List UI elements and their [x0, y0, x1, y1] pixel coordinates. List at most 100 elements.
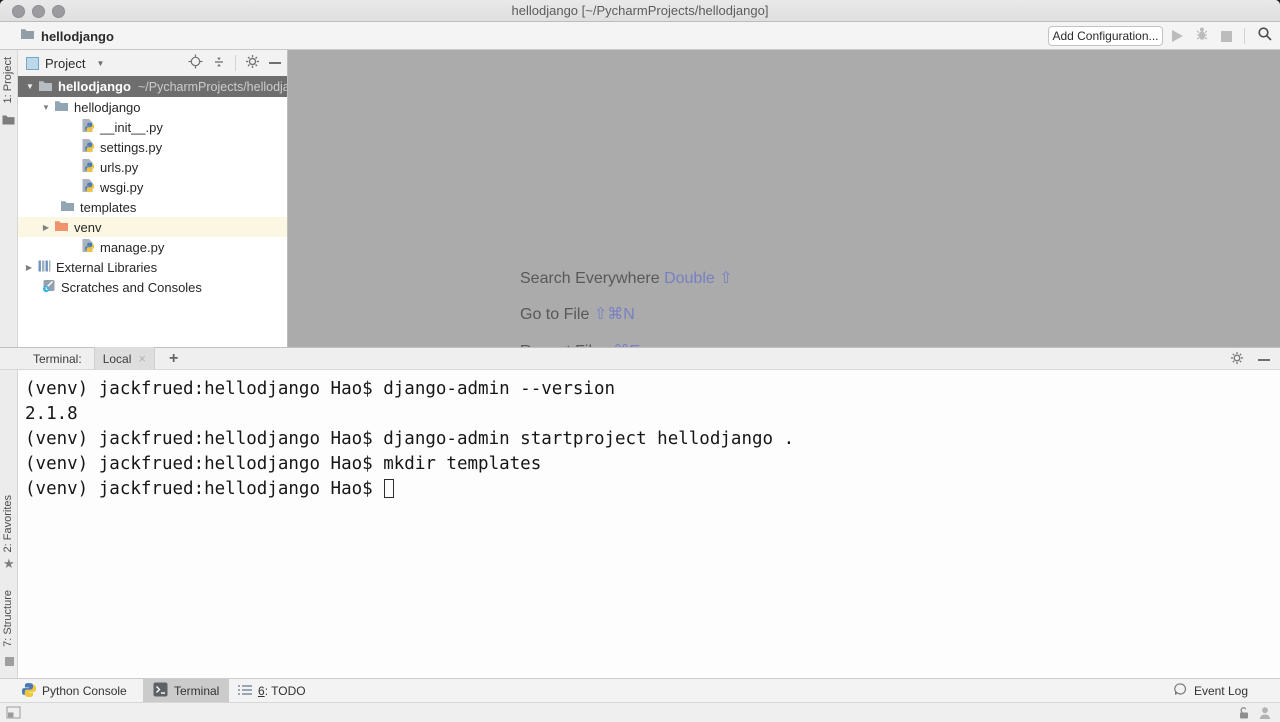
python-file-icon [81, 138, 95, 156]
tree-item-file[interactable]: __init__.py [18, 117, 287, 137]
terminal-settings-gear-icon[interactable] [1230, 351, 1244, 368]
tree-item-label: __init__.py [100, 120, 163, 135]
terminal-line: (venv) jackfrued:hellodjango Hao$ django… [25, 377, 1280, 402]
python-console-icon [22, 683, 36, 700]
python-file-icon [81, 178, 95, 196]
tree-item-label: venv [74, 220, 101, 235]
favorites-toolwindow-tab[interactable]: 2: Favorites [2, 495, 14, 552]
locate-file-icon[interactable] [188, 54, 203, 72]
tree-item-label: Scratches and Consoles [61, 280, 202, 295]
project-tree: ▼ hellodjango ~/PycharmProjects/hellodja… [18, 76, 287, 297]
status-bar [0, 702, 1280, 722]
pycharm-window: hellodjango [~/PycharmProjects/hellodjan… [0, 0, 1280, 722]
tree-item-file[interactable]: manage.py [18, 237, 287, 257]
chevron-collapsed-icon[interactable]: ▶ [23, 263, 35, 272]
folder-icon [38, 79, 53, 95]
debug-icon[interactable] [1195, 26, 1209, 46]
python-file-icon [81, 158, 95, 176]
terminal-line: (venv) jackfrued:hellodjango Hao$ mkdir … [25, 452, 1280, 477]
project-panel: Project ▼ [18, 50, 288, 347]
tree-item-external-libraries[interactable]: ▶ External Libraries [18, 257, 287, 277]
collapse-all-icon[interactable] [212, 55, 226, 72]
chevron-expanded-icon[interactable]: ▼ [40, 103, 52, 112]
star-icon[interactable]: ★ [3, 556, 15, 572]
tree-item-label: settings.py [100, 140, 162, 155]
tree-item-label: templates [80, 200, 136, 215]
toolbar-divider [1244, 28, 1245, 44]
tree-item-file[interactable]: wsgi.py [18, 177, 287, 197]
tree-item-file[interactable]: settings.py [18, 137, 287, 157]
tree-item-package[interactable]: ▼ hellodjango [18, 97, 287, 117]
terminal-prompt: (venv) jackfrued:hellodjango Hao$ [25, 479, 383, 499]
breadcrumb-project-name: hellodjango [41, 29, 114, 44]
gear-icon[interactable] [245, 54, 260, 72]
terminal-line: (venv) jackfrued:hellodjango Hao$ django… [25, 427, 1280, 452]
run-icon[interactable] [1172, 30, 1183, 42]
tree-item-root[interactable]: ▼ hellodjango ~/PycharmProjects/hellodja… [18, 76, 287, 97]
scratches-icon [42, 279, 56, 296]
hide-panel-icon[interactable] [269, 62, 281, 64]
tree-item-label: manage.py [100, 240, 164, 255]
python-console-tab[interactable]: Python Console [22, 679, 127, 703]
editor-area: Search Everywhere Double ⇧ Go to File ⇧⌘… [288, 50, 1280, 347]
chevron-collapsed-icon[interactable]: ▶ [40, 223, 52, 232]
chevron-down-icon: ▼ [96, 59, 104, 68]
toggle-toolwindows-icon[interactable] [6, 706, 21, 722]
terminal-tab-local[interactable]: Local × [94, 347, 155, 370]
new-session-icon[interactable]: + [169, 350, 178, 368]
hector-inspector-icon[interactable] [1258, 706, 1272, 722]
terminal-output[interactable]: (venv) jackfrued:hellodjango Hao$ django… [18, 370, 1280, 678]
folder-icon [54, 99, 69, 115]
stop-icon[interactable] [1221, 31, 1232, 42]
tree-item-file[interactable]: urls.py [18, 157, 287, 177]
project-view-icon [26, 57, 39, 70]
python-file-icon [81, 238, 95, 256]
todo-icon [238, 684, 252, 699]
event-log-label: Event Log [1194, 684, 1248, 698]
structure-tab-icon[interactable] [5, 653, 14, 671]
todo-tab[interactable]: 6: TODO [238, 679, 306, 703]
panel-header-divider [235, 55, 236, 71]
terminal-cursor [384, 479, 394, 498]
tree-item-label: hellodjango [74, 100, 141, 115]
terminal-icon [153, 682, 168, 700]
event-log-icon [1173, 682, 1188, 700]
tree-item-venv[interactable]: ▶ venv [18, 217, 287, 237]
close-icon[interactable]: × [138, 351, 146, 366]
tree-item-label: urls.py [100, 160, 138, 175]
tree-item-label: External Libraries [56, 260, 157, 275]
tree-item-label: wsgi.py [100, 180, 143, 195]
project-folder-icon [20, 27, 35, 45]
terminal-tab-selected[interactable]: Terminal [143, 679, 229, 703]
terminal-line: 2.1.8 [25, 402, 1280, 427]
project-toolwindow-tab[interactable]: 1: Project [2, 57, 14, 103]
hide-terminal-icon[interactable] [1258, 359, 1270, 361]
tree-item-label: hellodjango [58, 79, 131, 94]
structure-toolwindow-tab[interactable]: 7: Structure [2, 590, 14, 647]
chevron-expanded-icon[interactable]: ▼ [24, 82, 36, 91]
search-everywhere-icon[interactable] [1257, 26, 1273, 47]
project-tab-folder-icon[interactable] [2, 112, 15, 130]
folder-icon [60, 199, 75, 215]
terminal-tab-label: Terminal [174, 684, 219, 698]
terminal-prompt-line[interactable]: (venv) jackfrued:hellodjango Hao$ [25, 477, 1280, 502]
window-title: hellodjango [~/PycharmProjects/hellodjan… [0, 0, 1280, 22]
left-toolwindow-bar: 1: Project 2: Favorites ★ 7: Structure [0, 50, 18, 702]
folder-icon [54, 219, 69, 235]
python-console-label: Python Console [42, 684, 127, 698]
terminal-panel-title: Terminal: [33, 352, 82, 366]
tree-item-folder[interactable]: templates [18, 197, 287, 217]
todo-tab-label: 6: TODO [258, 684, 306, 698]
project-view-selector[interactable]: Project ▼ [26, 56, 104, 71]
tree-item-scratches[interactable]: Scratches and Consoles [18, 277, 287, 297]
shortcut-hint: Go to File ⇧⌘N [520, 304, 635, 324]
add-configuration-button[interactable]: Add Configuration... [1048, 26, 1163, 46]
event-log-button[interactable]: Event Log [1173, 679, 1248, 703]
breadcrumb[interactable]: hellodjango [20, 22, 114, 50]
project-panel-header: Project ▼ [18, 50, 287, 76]
shortcut-hint: Search Everywhere Double ⇧ [520, 268, 733, 288]
titlebar: hellodjango [~/PycharmProjects/hellodjan… [0, 0, 1280, 22]
libraries-icon [37, 259, 51, 276]
tree-item-path: ~/PycharmProjects/hellodjango [138, 80, 287, 94]
lock-icon[interactable] [1237, 706, 1251, 722]
